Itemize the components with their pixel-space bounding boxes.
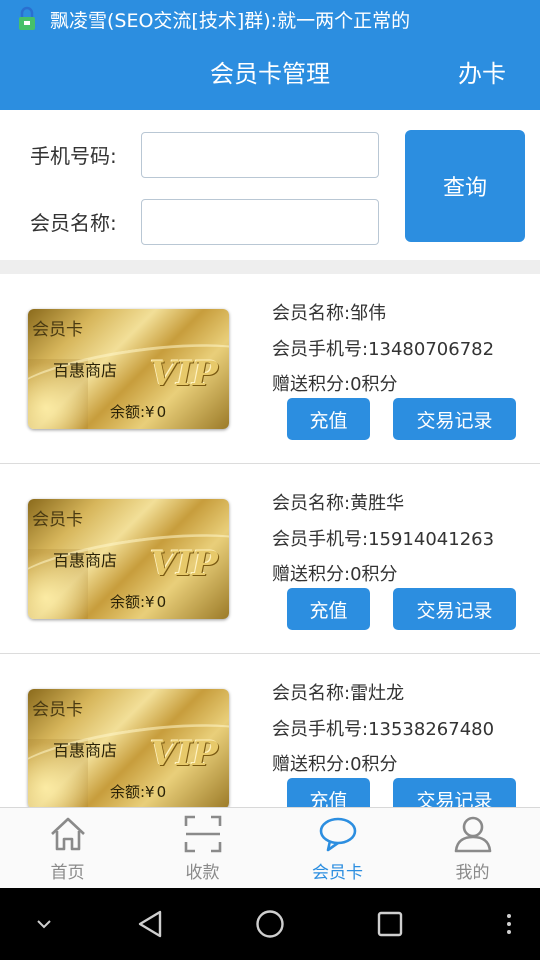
vip-logo: VIP [150,734,218,774]
screen: 飘凌雪(SEO交流[技术]群):就一两个正常的 会员卡管理 办卡 手机号码: 会… [0,0,540,960]
vip-card-image: 会员卡 百惠商店 VIP 余额:¥ 0 [28,689,229,807]
more-vertical-icon[interactable] [504,888,514,960]
member-item: 会员卡 百惠商店 VIP 余额:¥ 0 会员名称:邹伟 会员手机号:1348070… [0,274,540,464]
tab-label: 收款 [185,863,220,883]
card-balance: 余额:¥ 0 [110,593,167,611]
card-type-label: 会员卡 [32,510,83,530]
bonus-points: 0积分 [350,754,398,775]
member-phone: 13538267480 [368,719,495,740]
bonus-points: 0积分 [350,564,398,585]
tab-label: 会员卡 [312,863,363,883]
phone-label: 手机号码: [30,144,117,168]
member-name-label: 会员名称: [30,211,117,235]
transaction-records-button[interactable]: 交易记录 [393,778,516,807]
search-panel: 手机号码: 会员名称: 查询 [0,110,540,260]
member-list[interactable]: 会员卡 百惠商店 VIP 余额:¥ 0 会员名称:邹伟 会员手机号:1348070… [0,274,540,807]
query-button[interactable]: 查询 [405,130,525,242]
member-name-line: 会员名称:邹伟 [272,303,387,324]
member-name: 雷灶龙 [350,683,405,704]
vip-card-image: 会员卡 百惠商店 VIP 余额:¥ 0 [28,309,229,429]
recharge-button[interactable]: 充值 [287,588,370,630]
transaction-records-button[interactable]: 交易记录 [393,588,516,630]
user-icon [454,816,491,853]
member-phone: 13480706782 [368,339,495,360]
member-name-input[interactable] [141,199,379,245]
card-type-label: 会员卡 [32,320,83,340]
tab-collect-payment[interactable]: 收款 [135,808,270,888]
bonus-points: 0积分 [350,374,398,395]
chevron-down-icon[interactable] [34,888,54,960]
member-name-line: 会员名称:黄胜华 [272,493,405,514]
recharge-button[interactable]: 充值 [287,398,370,440]
notification-text: 飘凌雪(SEO交流[技术]群):就一两个正常的 [50,9,411,32]
bonus-points-line: 赠送积分:0积分 [272,754,398,775]
scan-icon [184,815,221,853]
member-item: 会员卡 百惠商店 VIP 余额:¥ 0 会员名称:黄胜华 会员手机号:159140… [0,464,540,654]
member-phone-line: 会员手机号:15914041263 [272,529,495,550]
vip-card-image: 会员卡 百惠商店 VIP 余额:¥ 0 [28,499,229,619]
bottom-tab-bar: 首页 收款 会员卡 我的 [0,807,540,888]
member-name: 黄胜华 [350,493,405,514]
member-phone-line: 会员手机号:13538267480 [272,719,495,740]
recent-apps-square-icon[interactable] [376,888,404,960]
divider [0,260,540,274]
chat-bubble-icon [319,817,356,852]
store-name: 百惠商店 [53,361,118,380]
app-bar: 会员卡管理 办卡 [0,38,540,110]
status-bar: 飘凌雪(SEO交流[技术]群):就一两个正常的 [0,0,540,38]
store-name: 百惠商店 [53,551,118,570]
member-phone: 15914041263 [368,529,495,550]
recharge-button[interactable]: 充值 [287,778,370,807]
card-type-label: 会员卡 [32,700,83,720]
lock-notification-icon [14,6,40,32]
tab-home[interactable]: 首页 [0,808,135,888]
tab-mine[interactable]: 我的 [405,808,540,888]
member-item: 会员卡 百惠商店 VIP 余额:¥ 0 会员名称:雷灶龙 会员手机号:135382… [0,654,540,807]
store-name: 百惠商店 [53,741,118,760]
tab-label: 我的 [455,863,490,883]
vip-logo: VIP [150,354,218,394]
issue-card-button[interactable]: 办卡 [458,38,506,110]
home-icon [50,817,85,851]
phone-input[interactable] [141,132,379,178]
card-balance: 余额:¥ 0 [110,403,167,421]
bonus-points-line: 赠送积分:0积分 [272,374,398,395]
transaction-records-button[interactable]: 交易记录 [393,398,516,440]
system-navigation-bar [0,888,540,960]
bonus-points-line: 赠送积分:0积分 [272,564,398,585]
tab-member-card[interactable]: 会员卡 [270,808,405,888]
card-balance: 余额:¥ 0 [110,783,167,801]
member-name-line: 会员名称:雷灶龙 [272,683,405,704]
home-circle-icon[interactable] [255,888,285,960]
vip-logo: VIP [150,544,218,584]
back-triangle-icon[interactable] [136,888,164,960]
tab-label: 首页 [50,863,85,883]
member-phone-line: 会员手机号:13480706782 [272,339,495,360]
member-name: 邹伟 [350,303,387,324]
